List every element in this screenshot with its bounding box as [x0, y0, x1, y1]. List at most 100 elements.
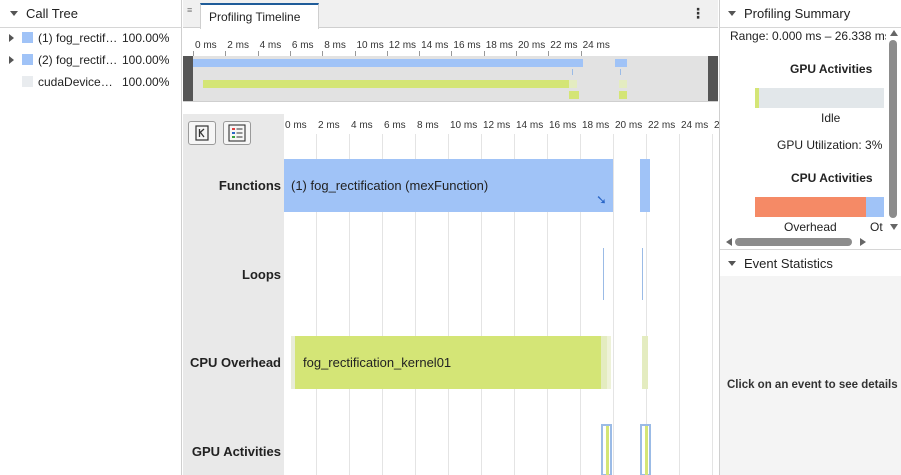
call-tree-panel: Call Tree (1) fog_rectification (mexFunc…	[0, 0, 182, 475]
overview-tick-label: 12 ms	[388, 40, 417, 51]
overview-tick-label: 0 ms	[195, 40, 217, 51]
grid-line	[613, 134, 614, 475]
horizontal-scroll-thumb[interactable]	[735, 238, 852, 246]
drag-grip-icon[interactable]: ≡	[187, 6, 193, 18]
main-tick-label: 4 ms	[351, 120, 373, 131]
overview-tick-label: 6 ms	[291, 40, 314, 51]
main-tick-label: 0 ms	[285, 120, 307, 131]
overview-gpu-mark	[619, 91, 627, 99]
event-statistics-header[interactable]: Event Statistics	[720, 249, 901, 277]
overview-tick-label: 24 ms	[582, 40, 610, 51]
call-tree-row-name: (1) fog_rectification (mexFunction)	[38, 31, 118, 45]
document-tab-strip: ≡ Profiling Timeline ⋮	[183, 0, 718, 29]
loop-mark[interactable]	[603, 248, 604, 300]
track-label-loops: Loops	[242, 267, 281, 282]
summary-vertical-scrollbar[interactable]	[888, 30, 900, 236]
keyboard-icon	[195, 125, 209, 141]
cpu-bar-label: fog_rectification_kernel01	[303, 355, 452, 370]
function-bar-label: (1) fog_rectification (mexFunction)	[291, 178, 489, 193]
cpu-overhead-segment	[755, 197, 866, 217]
scroll-down-arrow-icon[interactable]	[890, 224, 898, 230]
event-placeholder: Click on an event to see details	[727, 379, 898, 391]
track-label-functions: Functions	[218, 178, 281, 193]
gpu-activity-fill	[645, 426, 648, 475]
call-tree-header[interactable]: Call Tree	[0, 0, 181, 28]
cpu-overhead-bar[interactable]	[607, 336, 611, 389]
color-swatch	[22, 32, 33, 43]
expand-arrow-icon[interactable]	[9, 34, 14, 42]
overview-strip[interactable]	[183, 56, 718, 101]
profiling-summary-panel: Profiling Summary Range: 0.000 ms – 26.3…	[719, 0, 901, 475]
expand-arrow-icon[interactable]	[9, 56, 14, 64]
main-tick-label: 24 ms	[681, 120, 709, 131]
gpu-utilization: GPU Utilization: 3%	[777, 138, 883, 152]
track-label-cpu-overhead: CPU Overhead	[189, 355, 281, 370]
cpu-activities-heading: CPU Activities	[791, 171, 873, 185]
color-swatch	[22, 76, 33, 87]
call-tree-row-percent: 100.00%	[122, 53, 170, 67]
cpu-overhead-label: Overhead	[784, 220, 837, 234]
legend-icon	[228, 124, 246, 142]
overview-tick-label: 10 ms	[356, 40, 384, 51]
cpu-overhead-bar[interactable]	[642, 336, 648, 389]
main-tick-label: 16 ms	[549, 120, 577, 131]
overview-tick-label: 2 ms	[227, 40, 249, 51]
main-tick-label: 14 ms	[516, 120, 544, 131]
more-options-icon[interactable]: ⋮	[691, 6, 705, 22]
call-tree-row[interactable]: (1) fog_rectification (mexFunction) 100.…	[0, 27, 182, 49]
timeline-overview[interactable]: 0 ms 2 ms 4 ms 6 ms 8 ms 10 ms 12 ms 14 ms 16 ms…	[183, 29, 718, 102]
overview-gpu-mark	[569, 91, 579, 99]
color-swatch	[22, 54, 33, 65]
overview-loop-mark	[572, 69, 573, 75]
loop-mark[interactable]	[642, 248, 643, 300]
profiling-summary-title: Profiling Summary	[744, 6, 851, 21]
grid-line	[712, 134, 713, 475]
call-tree-row-name: (2) fog_rectification	[38, 53, 118, 67]
call-tree-row-name: cudaDeviceSynchronize	[38, 75, 118, 89]
gpu-activity-box[interactable]	[601, 424, 612, 475]
collapse-icon[interactable]	[728, 11, 736, 16]
event-statistics-title: Event Statistics	[744, 255, 833, 271]
call-tree-row-percent: 100.00%	[122, 31, 170, 45]
tab-profiling-timeline[interactable]: Profiling Timeline	[200, 3, 319, 29]
grid-line	[679, 134, 680, 475]
overview-function-bar	[615, 59, 627, 67]
overview-function-bar	[193, 59, 583, 67]
cpu-activity-bar[interactable]	[755, 197, 884, 217]
profiling-summary-header[interactable]: Profiling Summary	[720, 0, 901, 28]
main-tick-label: 20 ms	[615, 120, 643, 131]
overview-left-handle[interactable]	[183, 56, 193, 101]
gpu-idle-label: Idle	[821, 111, 841, 125]
gpu-activity-fill	[606, 426, 609, 475]
overview-tick-label: 18 ms	[485, 40, 513, 51]
keyboard-shortcuts-button[interactable]	[188, 121, 216, 145]
call-tree-row[interactable]: (2) fog_rectification 100.00%	[0, 49, 182, 71]
main-tick-label: 22 ms	[648, 120, 676, 131]
track-label-gpu-activities: GPU Activities	[191, 444, 281, 459]
call-tree-row[interactable]: cudaDeviceSynchronize 100.00%	[0, 71, 182, 93]
event-statistics-body: Click on an event to see details	[720, 276, 901, 475]
scroll-left-arrow-icon[interactable]	[726, 238, 732, 246]
gpu-activity-bar[interactable]	[755, 88, 884, 108]
collapse-icon[interactable]	[728, 260, 736, 266]
overview-cpu-bar	[203, 80, 569, 88]
legend-button[interactable]	[223, 121, 251, 145]
summary-horizontal-scrollbar[interactable]	[720, 236, 900, 249]
main-tick-label: 8 ms	[417, 120, 439, 131]
gpu-active-segment	[755, 88, 759, 108]
scroll-right-arrow-icon[interactable]	[860, 238, 866, 246]
overview-tick-label: 20 ms	[518, 40, 546, 51]
function-bar[interactable]	[640, 159, 650, 212]
call-tree-row-percent: 100.00%	[122, 75, 170, 89]
overview-tick-label: 8 ms	[324, 40, 346, 51]
overview-loop-mark	[620, 69, 621, 75]
main-tick-label: 12 ms	[483, 120, 511, 131]
collapse-icon[interactable]	[10, 11, 18, 16]
vertical-scroll-thumb[interactable]	[889, 40, 897, 218]
scroll-up-arrow-icon[interactable]	[890, 30, 898, 36]
jump-to-source-icon[interactable]: ➘	[596, 192, 608, 208]
gpu-activity-box[interactable]	[640, 424, 651, 475]
track-label-column: Functions Loops CPU Overhead GPU Activit…	[183, 114, 284, 475]
overview-right-handle[interactable]	[708, 56, 718, 101]
overview-tick-label: 16 ms	[453, 40, 481, 51]
